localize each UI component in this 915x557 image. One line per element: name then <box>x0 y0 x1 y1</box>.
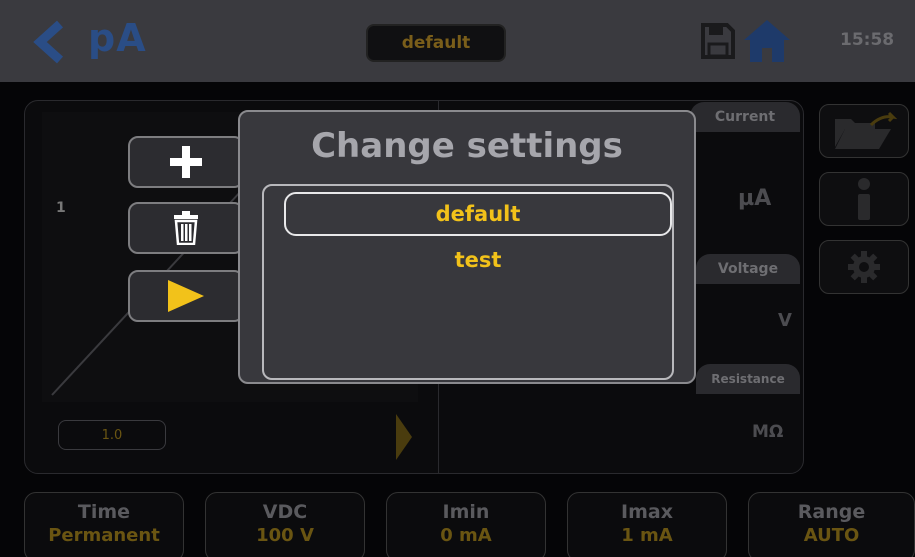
current-tab[interactable]: Current <box>690 102 800 132</box>
param-value: 0 mA <box>440 525 492 546</box>
param-value: AUTO <box>803 525 860 546</box>
graph-axis-value: 1 <box>56 200 66 216</box>
settings-item-test[interactable]: test <box>284 238 672 282</box>
param-range-button[interactable]: Range AUTO <box>748 492 915 557</box>
resistance-unit: MΩ <box>752 422 784 442</box>
settings-button[interactable] <box>819 240 909 294</box>
param-value: Permanent <box>48 525 160 546</box>
param-label: Time <box>77 501 131 523</box>
back-chevron-icon[interactable] <box>30 20 70 64</box>
settings-item-default[interactable]: default <box>284 192 672 236</box>
save-icon[interactable] <box>700 22 736 60</box>
page-title: pA <box>88 16 147 60</box>
graph-scale-field[interactable]: 1.0 <box>58 420 166 450</box>
info-icon <box>858 178 870 220</box>
top-bar: pA default 15:58 <box>0 0 915 82</box>
delete-button[interactable] <box>128 202 244 254</box>
dialog-title: Change settings <box>311 126 623 166</box>
param-imin-button[interactable]: Imin 0 mA <box>386 492 546 557</box>
play-icon <box>168 280 204 312</box>
voltage-tab[interactable]: Voltage <box>696 254 800 284</box>
add-button[interactable] <box>128 136 244 188</box>
gear-icon <box>848 251 880 283</box>
plus-icon <box>170 146 202 178</box>
param-time-button[interactable]: Time Permanent <box>24 492 184 557</box>
settings-list[interactable]: default test <box>262 184 674 380</box>
param-vdc-button[interactable]: VDC 100 V <box>205 492 365 557</box>
param-label: Range <box>797 501 866 523</box>
param-value: 1 mA <box>621 525 673 546</box>
param-value: 100 V <box>256 525 314 546</box>
param-label: VDC <box>262 501 308 523</box>
folder-open-icon <box>835 111 897 149</box>
open-folder-button[interactable] <box>819 104 909 158</box>
graph-next-icon[interactable] <box>396 414 412 460</box>
clock: 15:58 <box>840 30 895 50</box>
home-icon[interactable] <box>742 18 792 64</box>
param-label: Imin <box>442 501 490 523</box>
load-button[interactable] <box>128 270 244 322</box>
trash-icon <box>174 211 198 245</box>
param-imax-button[interactable]: Imax 1 mA <box>567 492 727 557</box>
settings-file-name[interactable]: default <box>366 24 506 62</box>
resistance-tab[interactable]: Resistance <box>696 364 800 394</box>
info-button[interactable] <box>819 172 909 226</box>
voltage-unit: V <box>778 310 792 331</box>
change-settings-dialog: Change settings default test <box>238 110 696 384</box>
param-label: Imax <box>621 501 673 523</box>
current-unit: µA <box>738 186 772 211</box>
